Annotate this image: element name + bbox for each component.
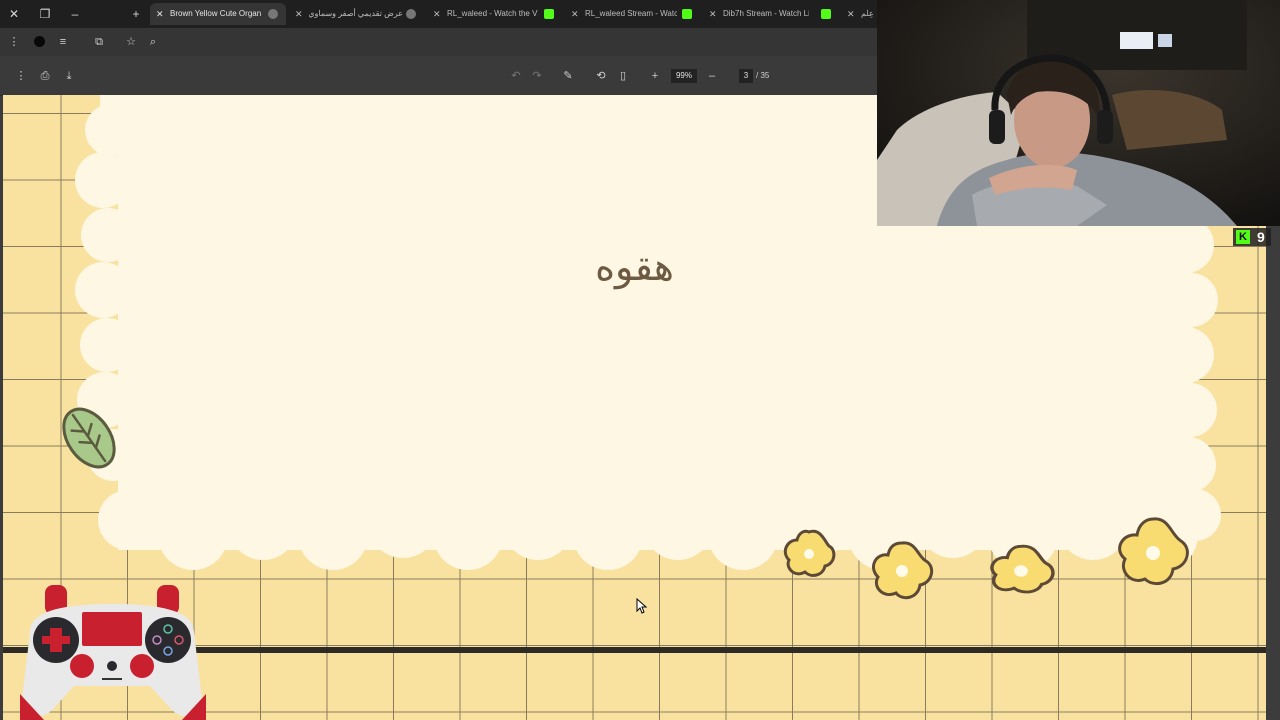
viewer-count: 9 — [1257, 229, 1265, 245]
fit-page-icon[interactable]: ▯ — [614, 67, 632, 85]
tab-title: عِلم — [861, 9, 874, 18]
download-icon[interactable]: ⤓ — [60, 67, 78, 85]
minimize-window-icon[interactable]: – — [66, 5, 84, 23]
close-window-icon[interactable]: ✕ — [5, 5, 23, 23]
gamepad-icon — [20, 585, 206, 720]
page-total: / 35 — [756, 71, 770, 80]
close-icon[interactable]: ✕ — [156, 3, 164, 25]
page-number-input[interactable]: 3 — [739, 69, 753, 83]
customize-icon[interactable]: ≡ — [54, 33, 72, 51]
tab-title: RL_waleed Stream - Watc — [585, 9, 677, 18]
tab-title: عرض تقديمي أصفر وسماوي — [309, 9, 403, 18]
close-icon[interactable]: ✕ — [433, 3, 441, 25]
globe-icon — [268, 9, 278, 19]
zoom-out-icon[interactable]: – — [703, 67, 721, 85]
pdf-menu-icon[interactable]: ⋮ — [12, 67, 30, 85]
close-icon[interactable]: ✕ — [295, 3, 303, 25]
bookmark-star-icon[interactable]: ☆ — [122, 33, 140, 51]
rotate-icon[interactable]: ⟲ — [592, 67, 610, 85]
tab-3[interactable]: ✕ RL_waleed Stream - Watc — [565, 3, 695, 25]
tab-4[interactable]: ✕ Dib7h Stream - Watch Li — [703, 3, 833, 25]
annotate-icon[interactable]: ✎ — [559, 67, 577, 85]
restore-window-icon[interactable]: ❐ — [36, 5, 54, 23]
tab-0[interactable]: ✕ Brown Yellow Cute Organ — [150, 3, 286, 25]
zoom-in-icon[interactable]: + — [646, 67, 664, 85]
kick-icon — [682, 9, 692, 19]
tab-1[interactable]: ✕ عرض تقديمي أصفر وسماوي — [289, 3, 421, 25]
extensions-icon[interactable]: ⧉ — [90, 33, 108, 51]
tab-title: Brown Yellow Cute Organ — [170, 9, 262, 18]
tab-title: Dib7h Stream - Watch Li — [723, 9, 809, 18]
undo-icon[interactable]: ↶ — [507, 67, 525, 85]
viewer-count-badge: K 9 — [1233, 228, 1271, 246]
kick-icon — [544, 9, 554, 19]
profile-avatar[interactable] — [30, 33, 48, 51]
tab-5[interactable]: ✕ عِلم — [841, 3, 877, 25]
streamer-webcam-image — [877, 0, 1280, 226]
close-icon[interactable]: ✕ — [709, 3, 717, 25]
new-tab-icon[interactable]: + — [127, 5, 145, 23]
zoom-search-icon[interactable]: ⌕ — [144, 33, 162, 51]
mouse-cursor-icon — [636, 598, 648, 614]
slide-title: هقوه — [595, 245, 674, 289]
close-icon[interactable]: ✕ — [847, 3, 855, 25]
print-icon[interactable]: ⎙ — [36, 67, 54, 85]
kick-icon — [821, 9, 831, 19]
close-icon[interactable]: ✕ — [571, 3, 579, 25]
kick-icon: K — [1236, 230, 1250, 244]
zoom-level-field[interactable]: 99% — [671, 69, 697, 83]
menu-kebab-icon[interactable]: ⋮ — [5, 33, 23, 51]
redo-icon[interactable]: ↷ — [528, 67, 546, 85]
globe-icon — [406, 9, 416, 19]
webcam-overlay — [877, 0, 1280, 226]
tab-title: RL_waleed - Watch the V — [447, 9, 538, 18]
tab-2[interactable]: ✕ RL_waleed - Watch the V — [427, 3, 557, 25]
